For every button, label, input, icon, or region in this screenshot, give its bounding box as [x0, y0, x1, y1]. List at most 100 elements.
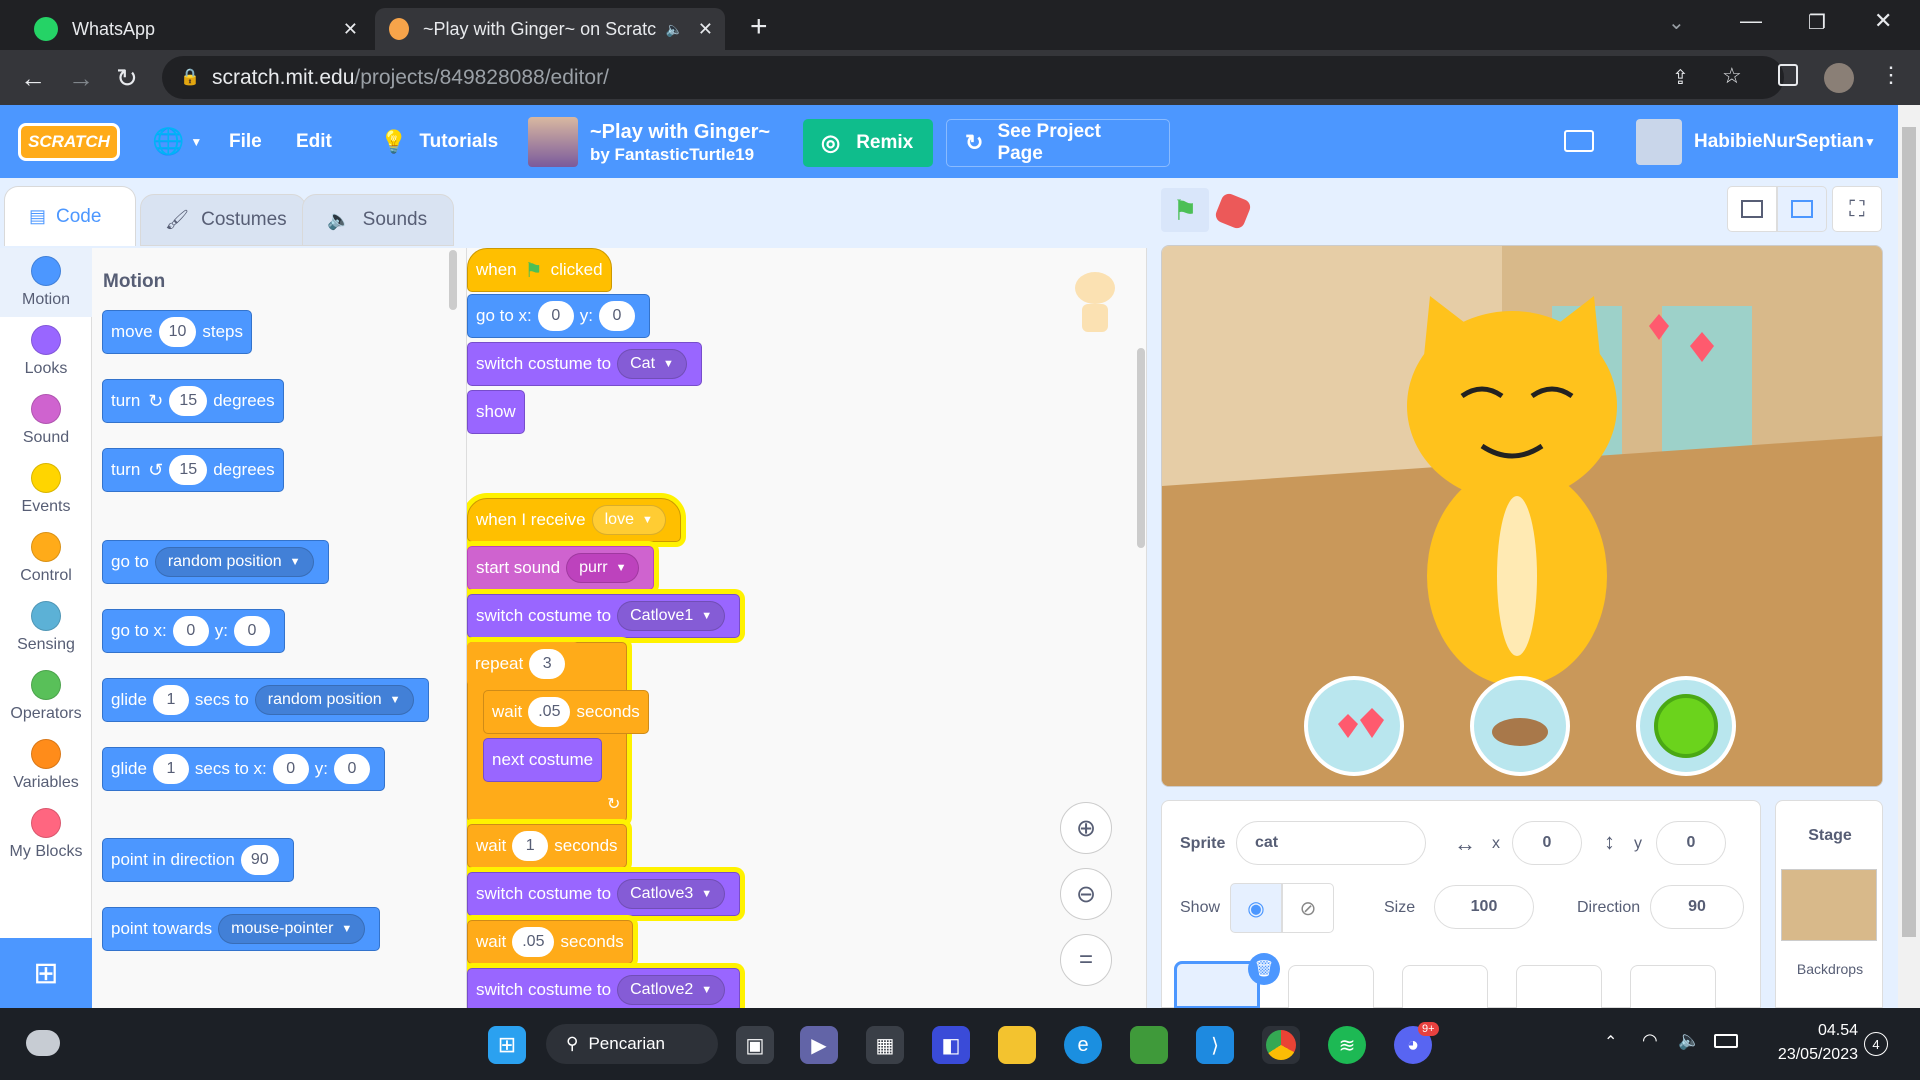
- file-explorer-icon[interactable]: [998, 1026, 1036, 1064]
- edit-menu[interactable]: Edit: [296, 105, 332, 178]
- project-title[interactable]: ~Play with Ginger~: [590, 121, 770, 144]
- direction-input[interactable]: 90: [240, 845, 279, 875]
- secs-input[interactable]: 1: [152, 685, 189, 715]
- sprite-tile[interactable]: [1288, 965, 1374, 1009]
- y-input[interactable]: 0: [333, 754, 370, 784]
- category-operators[interactable]: Operators: [0, 662, 92, 731]
- move-steps-block[interactable]: move 10 steps: [102, 310, 253, 354]
- x-input[interactable]: 0: [537, 301, 574, 331]
- bookmark-star-icon[interactable]: ☆: [1722, 63, 1742, 89]
- close-tab-icon[interactable]: ✕: [343, 19, 358, 40]
- normal-stage-button[interactable]: [1777, 186, 1827, 232]
- show-visible-button[interactable]: ◉: [1230, 883, 1282, 933]
- stage-selector-panel[interactable]: Stage Backdrops: [1775, 800, 1883, 1008]
- costume-dropdown[interactable]: Catlove2 ▼: [617, 975, 726, 1005]
- battery-icon[interactable]: [1714, 1034, 1738, 1048]
- project-author[interactable]: by FantasticTurtle19: [590, 145, 754, 165]
- chevron-down-icon[interactable]: ▼: [1864, 135, 1876, 149]
- point-in-direction-block[interactable]: point in direction 90: [102, 838, 294, 882]
- app-icon[interactable]: ◧: [932, 1026, 970, 1064]
- show-block[interactable]: show: [467, 390, 525, 434]
- show-hidden-button[interactable]: ⊘: [1282, 883, 1334, 933]
- fullscreen-button[interactable]: ⛶: [1832, 186, 1882, 232]
- reload-icon[interactable]: ↻: [116, 63, 138, 94]
- switch-costume-block[interactable]: switch costume to Catlove2 ▼: [467, 968, 741, 1008]
- sound-dropdown[interactable]: purr ▼: [566, 553, 640, 583]
- category-motion[interactable]: Motion: [0, 248, 92, 317]
- repeat-block-header[interactable]: repeat 3: [467, 642, 580, 686]
- switch-costume-block[interactable]: switch costume to Cat ▼: [467, 342, 702, 386]
- glide-block[interactable]: glide 1 secs to random position ▼: [102, 678, 429, 722]
- store-icon[interactable]: ▦: [866, 1026, 904, 1064]
- category-looks[interactable]: Looks: [0, 317, 92, 386]
- forward-icon[interactable]: →: [68, 63, 94, 94]
- repeat-count-input[interactable]: 3: [529, 649, 566, 679]
- url-field[interactable]: 🔒 scratch.mit.edu /projects/849828088/ed…: [162, 56, 1784, 99]
- x-input[interactable]: 0: [272, 754, 309, 784]
- backdrop-thumbnail[interactable]: [1781, 869, 1877, 941]
- vscode-icon[interactable]: ⟩: [1196, 1026, 1234, 1064]
- user-avatar[interactable]: [1636, 119, 1682, 165]
- wifi-icon[interactable]: ◠: [1642, 1030, 1658, 1051]
- notification-badge[interactable]: 4: [1864, 1032, 1888, 1056]
- search-box[interactable]: ⚲ Pencarian: [546, 1024, 718, 1064]
- seconds-input[interactable]: .05: [512, 927, 555, 957]
- direction-field[interactable]: 90: [1650, 885, 1744, 929]
- steps-input[interactable]: 10: [158, 317, 197, 347]
- volume-icon[interactable]: 🔈: [1678, 1030, 1700, 1051]
- remix-button[interactable]: ◎ Remix: [803, 119, 933, 167]
- delete-sprite-button[interactable]: 🗑: [1248, 953, 1280, 985]
- language-menu[interactable]: 🌐 ▼: [152, 105, 202, 178]
- teams-icon[interactable]: ▶: [800, 1026, 838, 1064]
- page-scrollbar[interactable]: [1898, 105, 1920, 1008]
- wait-block[interactable]: wait .05 seconds: [467, 920, 633, 964]
- y-input[interactable]: 0: [599, 301, 635, 331]
- chrome-icon[interactable]: [1262, 1026, 1300, 1064]
- see-project-page-button[interactable]: ↻ See Project Page: [946, 119, 1170, 167]
- category-variables[interactable]: Variables: [0, 731, 92, 800]
- category-my-blocks[interactable]: My Blocks: [0, 800, 92, 869]
- turn-left-block[interactable]: turn ↺ 15 degrees: [102, 448, 284, 492]
- spotify-icon[interactable]: ≋: [1328, 1026, 1366, 1064]
- message-dropdown[interactable]: love ▼: [591, 505, 666, 535]
- target-dropdown[interactable]: random position ▼: [254, 685, 414, 715]
- zoom-in-button[interactable]: ⊕: [1060, 802, 1112, 854]
- switch-costume-block[interactable]: switch costume to Catlove3 ▼: [467, 872, 741, 916]
- turn-right-block[interactable]: turn ↻ 15 degrees: [102, 379, 284, 423]
- share-icon[interactable]: ⇪: [1672, 65, 1689, 90]
- workspace-scrollbar[interactable]: [1137, 348, 1145, 548]
- tab-whatsapp[interactable]: WhatsApp ✕: [20, 8, 370, 50]
- clock-date[interactable]: 23/05/2023: [1752, 1046, 1858, 1064]
- degrees-input[interactable]: 15: [169, 455, 208, 485]
- category-control[interactable]: Control: [0, 524, 92, 593]
- task-view-icon[interactable]: ▣: [736, 1026, 774, 1064]
- zoom-reset-button[interactable]: =: [1060, 934, 1112, 986]
- small-stage-button[interactable]: [1727, 186, 1777, 232]
- clock-time[interactable]: 04.54: [1762, 1022, 1858, 1040]
- close-tab-icon[interactable]: ✕: [698, 19, 713, 40]
- category-events[interactable]: Events: [0, 455, 92, 524]
- wait-block[interactable]: wait 1 seconds: [467, 824, 627, 868]
- weather-icon[interactable]: [26, 1030, 60, 1056]
- seconds-input[interactable]: .05: [528, 697, 571, 727]
- chevron-up-icon[interactable]: ⌃: [1604, 1032, 1617, 1052]
- category-sensing[interactable]: Sensing: [0, 593, 92, 662]
- chrome-menu-icon[interactable]: ⋮: [1880, 62, 1902, 88]
- green-flag-button[interactable]: ⚑: [1161, 188, 1209, 232]
- target-dropdown[interactable]: mouse-pointer ▼: [218, 914, 366, 944]
- folder-icon[interactable]: [1564, 130, 1594, 152]
- go-to-xy-block[interactable]: go to x: 0 y: 0: [467, 294, 650, 338]
- file-menu[interactable]: File: [229, 105, 262, 178]
- scratch-logo[interactable]: SCRATCH: [18, 123, 120, 161]
- speaker-icon[interactable]: 🔈: [666, 21, 683, 38]
- stop-button[interactable]: [1213, 191, 1253, 231]
- close-window-icon[interactable]: ✕: [1874, 8, 1892, 34]
- start-button[interactable]: ⊞: [488, 1026, 526, 1064]
- costume-dropdown[interactable]: Catlove1 ▼: [617, 601, 726, 631]
- sprite-tile[interactable]: [1516, 965, 1602, 1009]
- tab-code[interactable]: ▤ Code: [4, 186, 136, 246]
- glide-xy-block[interactable]: glide 1 secs to x: 0 y: 0: [102, 747, 385, 791]
- target-dropdown[interactable]: random position ▼: [154, 547, 314, 577]
- restore-icon[interactable]: ❐: [1808, 10, 1826, 35]
- x-input[interactable]: 0: [172, 616, 209, 646]
